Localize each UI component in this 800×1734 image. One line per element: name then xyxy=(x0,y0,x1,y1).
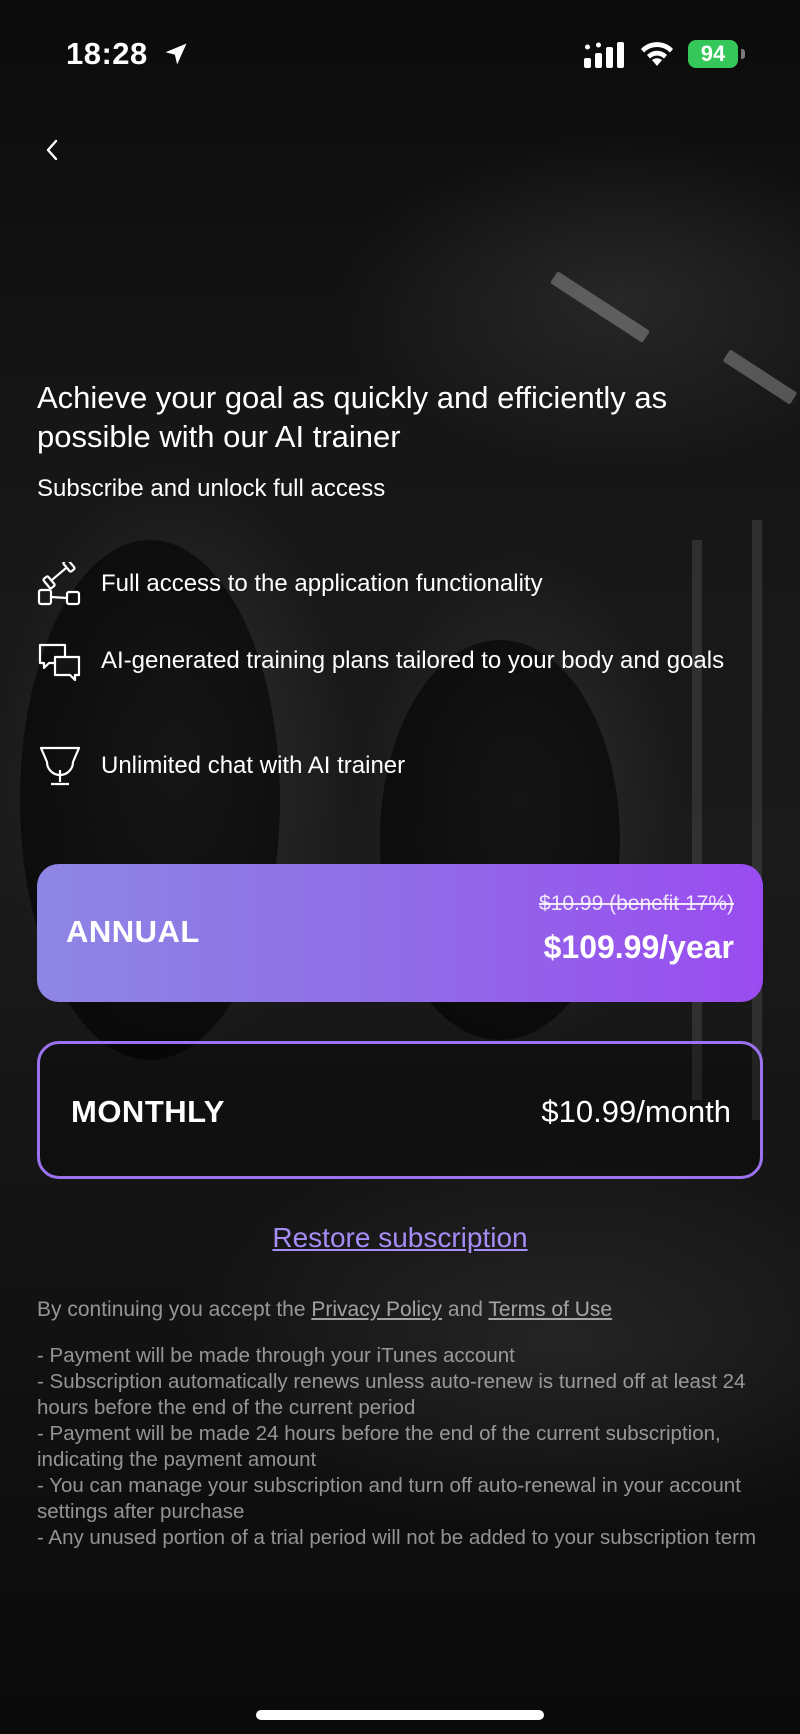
status-time: 18:28 xyxy=(66,36,148,71)
terms-item: - Payment will be made 24 hours before t… xyxy=(37,1422,721,1471)
page-subtitle: Subscribe and unlock full access xyxy=(37,475,386,502)
terms-item: - Any unused portion of a trial period w… xyxy=(37,1526,757,1549)
subscription-terms-list: - Payment will be made through your iTun… xyxy=(37,1343,757,1551)
chevron-left-icon xyxy=(46,139,58,161)
trophy-icon xyxy=(39,746,81,786)
plan-annual-name: ANNUAL xyxy=(66,914,200,949)
feature-item-ai-plans: AI-generated training plans tailored to … xyxy=(37,643,757,685)
plan-monthly-name: MONTHLY xyxy=(71,1094,225,1129)
terms-item: - Payment will be made through your iTun… xyxy=(37,1344,515,1367)
plan-annual-option[interactable]: ANNUAL $10.99 (benefit 17%) $109.99/year xyxy=(37,864,763,1002)
plan-annual-old-price: $10.99 (benefit 17%) xyxy=(539,892,734,915)
feature-item-full-access: Full access to the application functiona… xyxy=(37,562,757,608)
feature-text: AI-generated training plans tailored to … xyxy=(101,647,725,674)
plan-monthly-price: $10.99/month xyxy=(541,1094,731,1129)
page-title: Achieve your goal as quickly and efficie… xyxy=(37,380,668,454)
feature-text: Unlimited chat with AI trainer xyxy=(101,752,406,779)
back-button[interactable] xyxy=(36,134,68,166)
terms-item: - Subscription automatically renews unle… xyxy=(37,1370,746,1419)
legal-consent-text: By continuing you accept the Privacy Pol… xyxy=(37,1297,767,1323)
dumbbell-icon xyxy=(37,562,81,606)
terms-of-use-link[interactable]: Terms of Use xyxy=(488,1298,612,1321)
plan-annual-price: $109.99/year xyxy=(543,929,734,965)
location-arrow-icon xyxy=(165,43,187,65)
home-indicator[interactable] xyxy=(256,1710,544,1720)
status-bar: 18:28 94 xyxy=(0,0,800,100)
legal-prefix: By continuing you accept the xyxy=(37,1298,306,1321)
chat-bubbles-icon xyxy=(38,643,81,682)
terms-item: - You can manage your subscription and t… xyxy=(37,1474,741,1523)
plan-monthly-option[interactable]: MONTHLY $10.99/month xyxy=(37,1041,763,1179)
cellular-signal-icon xyxy=(584,42,624,68)
legal-and: and xyxy=(447,1298,483,1321)
feature-item-unlimited-chat: Unlimited chat with AI trainer xyxy=(37,746,757,790)
restore-subscription-link[interactable]: Restore subscription xyxy=(0,1222,800,1254)
feature-text: Full access to the application functiona… xyxy=(101,570,543,597)
privacy-policy-link[interactable]: Privacy Policy xyxy=(311,1298,442,1321)
battery-cap xyxy=(741,49,745,59)
battery-indicator: 94 xyxy=(688,40,746,68)
wifi-icon xyxy=(641,42,673,66)
battery-level: 94 xyxy=(688,40,738,68)
